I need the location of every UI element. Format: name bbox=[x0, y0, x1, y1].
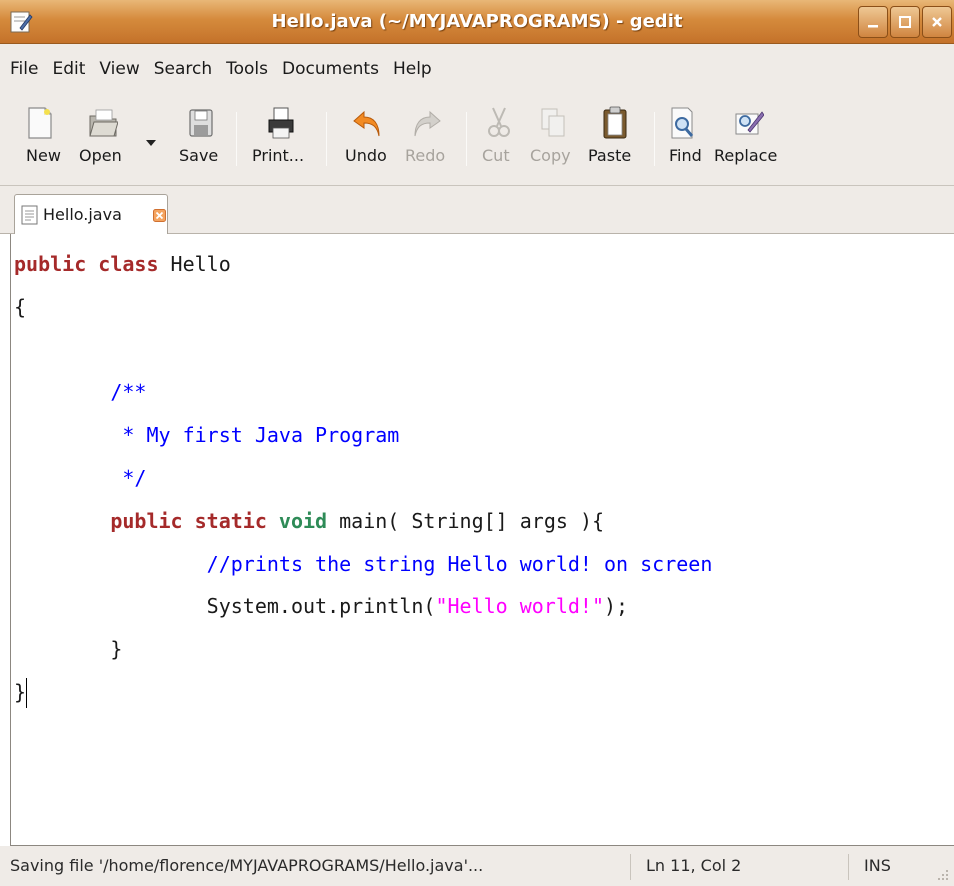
comment-text: * My first Java Program bbox=[14, 423, 400, 448]
code-line: System.out.println("Hello world!"); bbox=[14, 594, 629, 619]
undo-button[interactable]: Undo bbox=[336, 94, 400, 186]
replace-label: Replace bbox=[714, 146, 778, 165]
open-button[interactable]: Open bbox=[74, 94, 138, 186]
tab-hello-java[interactable]: Hello.java bbox=[14, 194, 168, 235]
toolbar-separator bbox=[326, 112, 327, 166]
undo-label: Undo bbox=[345, 146, 387, 165]
document-tabs: Hello.java bbox=[0, 186, 954, 235]
code-line: * My first Java Program bbox=[14, 414, 954, 457]
code-line: public class Hello bbox=[14, 252, 231, 276]
print-label: Print... bbox=[252, 146, 305, 165]
undo-arrow-icon bbox=[353, 110, 380, 137]
replace-button[interactable]: Replace bbox=[712, 94, 792, 186]
scissors-icon bbox=[488, 107, 510, 137]
minimize-button[interactable] bbox=[858, 6, 888, 38]
resize-grip-icon[interactable] bbox=[936, 868, 950, 882]
print-button[interactable]: Print... bbox=[244, 94, 316, 186]
status-bar: Saving file '/home/florence/MYJAVAPROGRA… bbox=[0, 846, 954, 886]
tab-close-icon[interactable] bbox=[153, 209, 166, 222]
chevron-down-icon[interactable] bbox=[144, 138, 158, 148]
status-separator bbox=[848, 854, 849, 880]
open-label: Open bbox=[79, 146, 122, 165]
code-line: //prints the string Hello world! on scre… bbox=[14, 543, 954, 586]
comment-text: /** bbox=[14, 380, 147, 405]
toolbar-separator bbox=[466, 112, 467, 166]
floppy-disk-icon bbox=[189, 109, 213, 137]
cut-label: Cut bbox=[482, 146, 510, 165]
code-line: } bbox=[14, 671, 954, 714]
copy-button[interactable]: Copy bbox=[526, 94, 582, 186]
find-label: Find bbox=[669, 146, 702, 165]
close-icon bbox=[932, 17, 942, 27]
new-document-icon bbox=[28, 107, 52, 139]
printer-icon bbox=[268, 107, 294, 139]
string-literal: "Hello world!" bbox=[435, 594, 605, 619]
menu-file[interactable]: File bbox=[10, 59, 38, 79]
menu-search[interactable]: Search bbox=[154, 59, 212, 79]
paste-button[interactable]: Paste bbox=[584, 94, 646, 186]
menu-tools[interactable]: Tools bbox=[226, 59, 268, 79]
maximize-icon bbox=[899, 16, 911, 28]
closing-brace: } bbox=[14, 679, 27, 704]
code-editor[interactable]: public class Hello { /** * My first Java… bbox=[10, 234, 954, 846]
menu-view[interactable]: View bbox=[99, 59, 139, 79]
find-button[interactable]: Find bbox=[662, 94, 710, 186]
clipboard-icon bbox=[603, 106, 627, 139]
close-button[interactable] bbox=[922, 6, 952, 38]
replace-pencil-icon bbox=[735, 111, 764, 135]
keyword-static: static bbox=[194, 508, 267, 533]
new-button[interactable]: New bbox=[14, 94, 66, 186]
code-line: { bbox=[14, 294, 27, 319]
redo-button[interactable]: Redo bbox=[400, 94, 456, 186]
copy-icon bbox=[541, 108, 565, 137]
menu-bar: File Edit View Search Tools Documents He… bbox=[0, 44, 954, 94]
keyword-void: void bbox=[278, 508, 328, 533]
cut-button[interactable]: Cut bbox=[474, 94, 522, 186]
toolbar: New Open Save Print... Undo Redo Cut Cop… bbox=[0, 94, 954, 186]
redo-arrow-icon bbox=[414, 110, 441, 137]
code-line: /** bbox=[14, 371, 954, 414]
keyword-class: class bbox=[98, 252, 159, 276]
comment-text: //prints the string Hello world! on scre… bbox=[14, 551, 713, 576]
folder-open-icon bbox=[89, 109, 118, 137]
toolbar-separator bbox=[236, 112, 237, 166]
menu-help[interactable]: Help bbox=[393, 59, 432, 79]
text-file-icon bbox=[21, 205, 38, 225]
save-button[interactable]: Save bbox=[172, 94, 228, 186]
code-text[interactable]: public class Hello { /** * My first Java… bbox=[11, 234, 954, 846]
menu-edit[interactable]: Edit bbox=[52, 59, 85, 79]
minimize-icon bbox=[868, 25, 878, 28]
title-bar[interactable]: Hello.java (~/MYJAVAPROGRAMS) - gedit bbox=[0, 0, 954, 44]
find-magnifier-icon bbox=[671, 107, 694, 139]
cursor-position: Ln 11, Col 2 bbox=[646, 856, 742, 875]
comment-text: */ bbox=[14, 465, 147, 490]
menu-documents[interactable]: Documents bbox=[282, 59, 379, 79]
code-line: } bbox=[14, 637, 123, 662]
text-cursor bbox=[26, 678, 28, 709]
code-line: */ bbox=[14, 457, 954, 500]
copy-label: Copy bbox=[530, 146, 571, 165]
insert-mode[interactable]: INS bbox=[864, 856, 891, 875]
keyword-public: public bbox=[14, 252, 87, 276]
status-message: Saving file '/home/florence/MYJAVAPROGRA… bbox=[10, 856, 484, 875]
tab-label: Hello.java bbox=[43, 205, 122, 224]
status-separator bbox=[630, 854, 631, 880]
keyword-public: public bbox=[110, 508, 183, 533]
paste-label: Paste bbox=[588, 146, 632, 165]
redo-label: Redo bbox=[405, 146, 446, 165]
new-label: New bbox=[26, 146, 61, 165]
save-label: Save bbox=[179, 146, 219, 165]
window-title: Hello.java (~/MYJAVAPROGRAMS) - gedit bbox=[271, 11, 683, 32]
toolbar-separator bbox=[654, 112, 655, 166]
maximize-button[interactable] bbox=[890, 6, 920, 38]
code-line: public static void main( String[] args )… bbox=[110, 508, 605, 533]
